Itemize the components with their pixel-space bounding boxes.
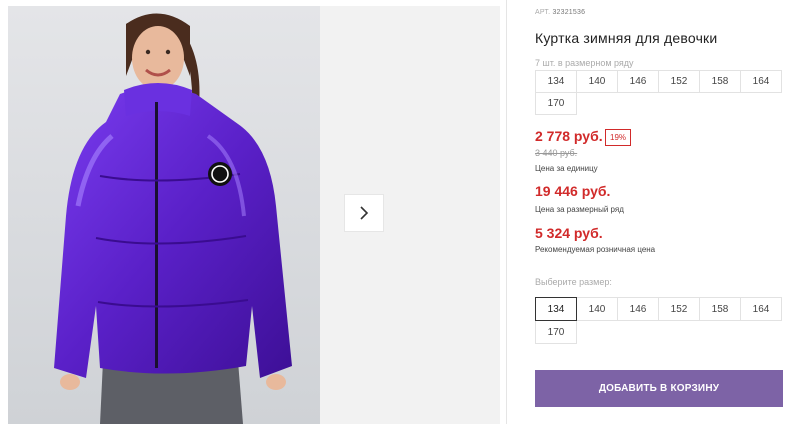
unit-price-note: Цена за единицу <box>535 164 598 173</box>
pack-size-cell: 134 <box>535 70 577 93</box>
size-option-146[interactable]: 146 <box>617 297 659 321</box>
size-selector: 134 140 146 152 158 164 170 <box>535 297 787 344</box>
set-price: 19 446 руб. <box>535 183 611 199</box>
article-value: 32321536 <box>552 9 586 16</box>
pack-size-cell: 170 <box>535 92 577 115</box>
product-photo <box>8 6 320 424</box>
size-option-134[interactable]: 134 <box>535 297 577 321</box>
pack-size-cell: 140 <box>576 70 618 93</box>
pack-size-cell: 152 <box>658 70 700 93</box>
rrp-price-note: Рекомендуемая розничная цена <box>535 245 656 254</box>
pack-note: 7 шт. в размерном ряду <box>535 58 634 68</box>
pack-size-cell: 158 <box>699 70 741 93</box>
pack-size-cell: 164 <box>740 70 782 93</box>
size-option-170[interactable]: 170 <box>535 320 577 344</box>
chevron-right-icon <box>360 206 369 220</box>
panel-divider <box>506 0 507 424</box>
size-option-158[interactable]: 158 <box>699 297 741 321</box>
set-price-note: Цена за размерный ряд <box>535 205 624 214</box>
pack-size-grid: 134 140 146 152 158 164 170 <box>535 70 787 115</box>
old-price: 3 440 руб. <box>535 148 578 158</box>
size-option-140[interactable]: 140 <box>576 297 618 321</box>
add-to-cart-button[interactable]: ДОБАВИТЬ В КОРЗИНУ <box>535 370 783 407</box>
product-title: Куртка зимняя для девочки <box>535 30 718 46</box>
discount-badge: 19% <box>605 129 632 146</box>
size-option-152[interactable]: 152 <box>658 297 700 321</box>
pack-size-cell: 146 <box>617 70 659 93</box>
rrp-price: 5 324 руб. <box>535 225 603 241</box>
choose-size-label: Выберите размер: <box>535 277 612 287</box>
article-label: АРТ. <box>535 9 551 16</box>
product-gallery <box>8 6 500 424</box>
size-option-164[interactable]: 164 <box>740 297 782 321</box>
article-number: АРТ. 32321536 <box>535 9 585 16</box>
next-image-button[interactable] <box>344 194 384 232</box>
current-price: 2 778 руб. <box>535 128 603 144</box>
